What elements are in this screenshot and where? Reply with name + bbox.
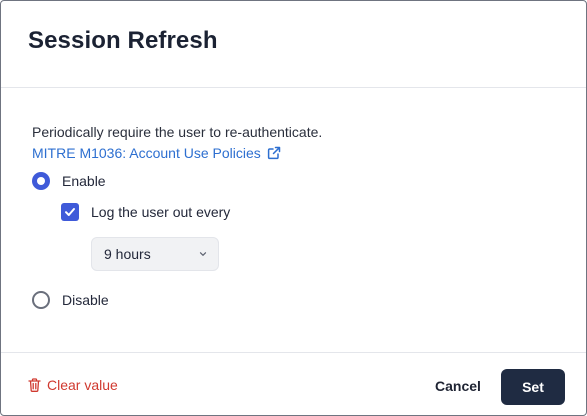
clear-value-button[interactable]: Clear value [28, 377, 118, 393]
logout-option[interactable]: Log the user out every [61, 203, 230, 221]
checkmark-icon [65, 208, 75, 216]
mitre-policy-link-label: MITRE M1036: Account Use Policies [32, 145, 261, 161]
disable-radio-button[interactable] [32, 291, 50, 309]
logout-label: Log the user out every [91, 204, 231, 220]
trash-icon [28, 378, 41, 392]
enable-label: Enable [62, 173, 106, 189]
session-refresh-dialog: Session Refresh Periodically require the… [0, 0, 587, 416]
dialog-header: Session Refresh [1, 1, 586, 88]
logout-duration-select[interactable]: 9 hours [91, 237, 219, 271]
chevron-down-icon [199, 252, 207, 256]
disable-option[interactable]: Disable [32, 291, 109, 309]
external-link-icon [267, 146, 281, 160]
clear-value-label: Clear value [47, 377, 118, 393]
cancel-button[interactable]: Cancel [435, 378, 481, 394]
mitre-policy-link[interactable]: MITRE M1036: Account Use Policies [32, 145, 281, 161]
logout-checkbox[interactable] [61, 203, 79, 221]
dialog-title: Session Refresh [28, 27, 218, 54]
dialog-description: Periodically require the user to re-auth… [32, 124, 323, 140]
enable-radio-button[interactable] [32, 172, 50, 190]
logout-duration-value: 9 hours [104, 246, 151, 262]
disable-label: Disable [62, 292, 109, 308]
enable-option[interactable]: Enable [32, 172, 106, 190]
set-button[interactable]: Set [501, 369, 565, 405]
